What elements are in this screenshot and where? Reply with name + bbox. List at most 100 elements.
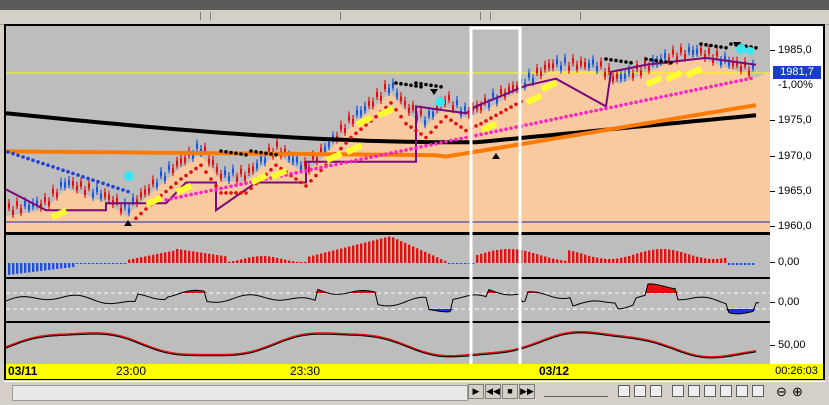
red-dot bbox=[419, 132, 423, 136]
black-dot bbox=[239, 152, 243, 156]
layout-tool-icon[interactable] bbox=[650, 385, 662, 397]
magenta-dot bbox=[529, 122, 533, 126]
histogram-bar bbox=[88, 263, 91, 264]
percent-change-label: -1,00% bbox=[778, 79, 813, 91]
histogram-bar bbox=[604, 258, 607, 263]
histogram-bar bbox=[280, 258, 283, 263]
candle-body bbox=[204, 146, 206, 152]
histogram-bar bbox=[168, 251, 171, 263]
black-dot bbox=[414, 81, 418, 85]
chart-panes[interactable] bbox=[6, 26, 770, 364]
histogram-bar bbox=[248, 257, 251, 263]
zoom-in-icon[interactable]: ⊕ bbox=[792, 384, 803, 400]
chart-scrollbar[interactable]: ▶ ◀◀ ■ ▶▶ ⊖ ⊕ bbox=[4, 381, 825, 402]
candle-body bbox=[156, 182, 158, 188]
histogram-bar bbox=[572, 251, 575, 263]
layout-tool-icon[interactable] bbox=[634, 385, 646, 397]
cyan-signal-dot bbox=[736, 44, 746, 54]
toolbar-divider bbox=[580, 12, 581, 20]
draw-tool-icon[interactable] bbox=[672, 385, 684, 397]
red-dot bbox=[304, 184, 308, 188]
draw-tool-icon[interactable] bbox=[704, 385, 716, 397]
histogram-bar bbox=[20, 263, 23, 274]
histogram-bar bbox=[676, 251, 679, 263]
candle-body bbox=[92, 192, 94, 198]
black-dot bbox=[224, 150, 228, 154]
red-dot bbox=[249, 186, 253, 190]
histogram-bar bbox=[16, 263, 19, 274]
stop-button[interactable]: ■ bbox=[502, 384, 518, 399]
histogram-bar bbox=[728, 263, 731, 265]
magenta-dot bbox=[379, 153, 383, 157]
histogram-bar bbox=[64, 263, 67, 268]
histogram-bar bbox=[196, 252, 199, 263]
blue-dot bbox=[11, 151, 15, 156]
osc-negative-fill bbox=[6, 309, 761, 314]
histogram-bar bbox=[48, 263, 51, 270]
candle-body bbox=[584, 62, 586, 67]
candle-body bbox=[232, 168, 234, 174]
histogram-bar bbox=[304, 261, 307, 263]
candle-body bbox=[324, 146, 326, 152]
histogram-bar bbox=[436, 257, 439, 264]
candle-body bbox=[184, 157, 186, 163]
red-dot bbox=[424, 135, 428, 140]
chart-canvas[interactable] bbox=[6, 26, 770, 364]
magenta-dot bbox=[374, 154, 378, 158]
fast-forward-button[interactable]: ▶▶ bbox=[519, 384, 535, 399]
candle-body bbox=[344, 128, 346, 133]
candle-body bbox=[28, 204, 30, 210]
red-dot bbox=[489, 116, 493, 120]
magenta-dot bbox=[424, 144, 428, 148]
histogram-bar bbox=[372, 240, 375, 263]
stochastic-k-line bbox=[6, 330, 757, 358]
candle-body bbox=[20, 208, 22, 214]
histogram-bar bbox=[640, 252, 643, 263]
candle-body bbox=[432, 111, 434, 117]
magenta-dot bbox=[399, 149, 403, 153]
magenta-dot bbox=[609, 105, 613, 110]
red-dot bbox=[504, 108, 508, 112]
histogram-bar bbox=[504, 249, 507, 263]
draw-tool-icon[interactable] bbox=[688, 385, 700, 397]
zoom-out-icon[interactable]: ⊖ bbox=[776, 384, 787, 400]
black-dot bbox=[259, 150, 263, 155]
blue-dot bbox=[51, 165, 55, 169]
magenta-dot bbox=[619, 103, 623, 108]
magenta-dot bbox=[744, 77, 748, 82]
histogram-bar bbox=[624, 256, 627, 263]
candle-body bbox=[512, 85, 514, 91]
red-dot bbox=[494, 113, 498, 118]
scroll-track[interactable] bbox=[12, 385, 468, 401]
candle-body bbox=[488, 102, 490, 108]
red-dot bbox=[204, 170, 208, 174]
candle-body bbox=[592, 59, 594, 65]
layout-tool-icon[interactable] bbox=[618, 385, 630, 397]
pane-separator bbox=[6, 277, 770, 279]
blue-dot bbox=[61, 168, 65, 172]
magenta-dot bbox=[239, 182, 243, 186]
histogram-bar bbox=[644, 251, 647, 263]
candle-body bbox=[672, 49, 674, 55]
draw-tool-icon[interactable] bbox=[752, 385, 764, 397]
play-button[interactable]: ▶ bbox=[468, 384, 484, 399]
histogram-bar bbox=[696, 256, 699, 263]
histogram-bar bbox=[120, 263, 123, 264]
draw-tool-icon[interactable] bbox=[720, 385, 732, 397]
black-dot bbox=[434, 84, 438, 88]
black-dot bbox=[699, 42, 703, 46]
blue-dot bbox=[41, 161, 45, 166]
candle-body bbox=[300, 165, 302, 171]
red-dot bbox=[164, 189, 168, 194]
candle-body bbox=[328, 142, 330, 147]
histogram-bar bbox=[12, 263, 15, 275]
magenta-dot bbox=[544, 119, 548, 123]
rewind-button[interactable]: ◀◀ bbox=[485, 384, 501, 399]
magenta-dot bbox=[344, 160, 348, 165]
magenta-dot bbox=[654, 96, 658, 100]
histogram-bar bbox=[156, 254, 159, 263]
candle-body bbox=[80, 181, 82, 187]
histogram-bar bbox=[244, 258, 247, 263]
draw-tool-icon[interactable] bbox=[736, 385, 748, 397]
zoom-ruler[interactable] bbox=[544, 388, 608, 397]
